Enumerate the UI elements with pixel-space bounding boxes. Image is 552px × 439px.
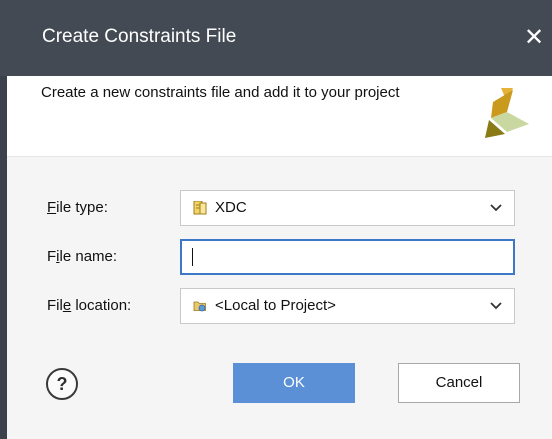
file-location-select[interactable]: <Local to Project> xyxy=(180,288,515,324)
file-type-select[interactable]: XDC xyxy=(180,190,515,226)
form-area: File type: XDC File name: File location: xyxy=(7,157,552,439)
file-location-value: <Local to Project> xyxy=(215,297,336,314)
file-name-label-pre: F xyxy=(47,248,57,265)
file-location-label-post: location: xyxy=(71,297,132,314)
file-type-label-mnemonic: F xyxy=(47,199,57,216)
header-description: Create a new constraints file and add it… xyxy=(41,84,400,101)
title-bar: Create Constraints File ✕ xyxy=(0,0,552,76)
xilinx-logo-icon xyxy=(485,88,529,138)
chevron-down-icon xyxy=(490,302,502,310)
file-type-label: File type: xyxy=(47,199,108,216)
close-icon: ✕ xyxy=(523,24,545,51)
help-button[interactable]: ? xyxy=(46,368,78,400)
file-location-label: File location: xyxy=(47,297,131,314)
chevron-down-icon xyxy=(490,204,502,212)
close-button[interactable]: ✕ xyxy=(520,26,548,54)
xdc-file-icon xyxy=(193,201,207,215)
help-icon: ? xyxy=(56,374,68,394)
file-type-label-post: ile type: xyxy=(56,199,108,216)
file-name-input[interactable] xyxy=(180,239,515,275)
file-name-label-post: le name: xyxy=(59,248,118,265)
file-name-label: File name: xyxy=(47,248,117,265)
cancel-button[interactable]: Cancel xyxy=(398,363,520,403)
dialog-header: Create a new constraints file and add it… xyxy=(7,76,552,157)
folder-icon xyxy=(193,301,206,312)
ok-button[interactable]: OK xyxy=(233,363,355,403)
dialog: Create a new constraints file and add it… xyxy=(7,76,552,439)
window-edge xyxy=(0,76,7,439)
file-type-value: XDC xyxy=(215,199,247,216)
text-cursor xyxy=(192,248,193,266)
window-title: Create Constraints File xyxy=(42,26,237,47)
file-location-label-mnemonic: e xyxy=(62,297,72,314)
file-location-label-pre: Fil xyxy=(47,297,63,314)
